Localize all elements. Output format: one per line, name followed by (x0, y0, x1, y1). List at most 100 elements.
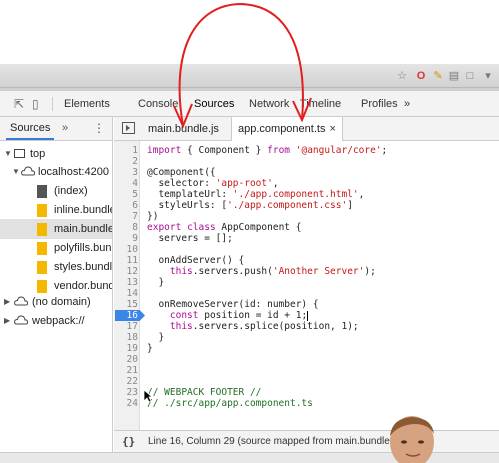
line-number[interactable]: 18 (114, 332, 138, 343)
code-text: onRemoveServer(id: number) { (147, 299, 319, 310)
navigator-menu-icon[interactable]: ⋮ (93, 117, 105, 140)
tab-network[interactable]: Network (249, 91, 289, 117)
line-number[interactable]: 13 (114, 277, 138, 288)
code-text: templateUrl: './app.component.html', (147, 189, 365, 200)
line-number[interactable]: 9 (114, 233, 138, 244)
line-number[interactable]: 21 (114, 365, 138, 376)
tree-item-styles-bundle[interactable]: styles.bundle.js (0, 257, 113, 277)
code-text: this.servers.push('Another Server'); (169, 266, 376, 277)
screen-extension-icon[interactable]: ▤ (447, 69, 461, 83)
line-number[interactable]: 12 (114, 266, 138, 277)
menu-extension-icon[interactable]: ▾ (481, 69, 495, 83)
code-line: 17 this.servers.splice(position, 1); (114, 321, 499, 332)
screen-top-area (0, 0, 499, 64)
collapse-triangle-icon[interactable]: ▶ (4, 292, 10, 312)
expand-triangle-icon[interactable]: ▼ (4, 144, 12, 164)
code-line: 1 import { Component } from '@angular/cor… (114, 145, 499, 156)
more-tabs-button[interactable]: » (404, 91, 410, 117)
code-line: 6 styleUrls: ['./app.component.css'] (114, 200, 499, 211)
line-number[interactable]: 17 (114, 321, 138, 332)
code-line: 10 (114, 244, 499, 255)
line-number[interactable]: 11 (114, 255, 138, 266)
inspect-element-icon[interactable]: ⇱ (14, 97, 24, 111)
tab-sources[interactable]: Sources (194, 91, 234, 117)
editor-tab-app-component[interactable]: app.component.ts × (231, 117, 343, 142)
tree-item-top[interactable]: ▼ top (0, 144, 112, 164)
tree-item-polyfills-bundle[interactable]: polyfills.bundle.js (0, 238, 112, 258)
navigator-sources-tab[interactable]: Sources (6, 117, 55, 140)
code-line: 21 (114, 365, 499, 376)
tree-item-index[interactable]: (index) (0, 181, 112, 201)
device-toggle-icon[interactable]: ▯ (32, 97, 39, 111)
tab-elements[interactable]: Elements (64, 91, 110, 117)
line-number[interactable]: 7 (114, 211, 138, 222)
extension-icon[interactable]: O (414, 69, 428, 83)
tree-label: main.bundle.js (54, 223, 112, 235)
code-line: 20 (114, 354, 499, 365)
tree-item-no-domain[interactable]: ▶ (no domain) (0, 292, 112, 312)
code-text: servers = []; (147, 233, 233, 244)
code-text: } (147, 332, 165, 343)
toggle-navigator-icon[interactable] (122, 122, 135, 134)
tab-timeline[interactable]: Timeline (300, 91, 341, 117)
code-text: import { Component } from '@angular/core… (147, 145, 388, 156)
code-text: onAddServer() { (147, 255, 245, 266)
navigator-more-button[interactable]: » (62, 117, 68, 140)
window-extension-icon[interactable]: □ (463, 69, 477, 83)
expand-triangle-icon[interactable]: ▼ (12, 162, 20, 182)
code-line: 15 onRemoveServer(id: number) { (114, 299, 499, 310)
tree-label: localhost:4200 (38, 166, 109, 178)
code-line: 16 const position = id + 1; (114, 310, 499, 321)
tab-console[interactable]: Console (138, 91, 178, 117)
document-icon (37, 185, 47, 198)
cloud-icon (21, 166, 35, 176)
browser-toolbar: ☆ O ✎ ▤ □ ▾ (0, 64, 499, 88)
code-text: const position = id + 1; (169, 310, 309, 321)
cloud-icon (14, 315, 28, 325)
script-file-icon (37, 242, 47, 255)
code-text: this.servers.splice(position, 1); (169, 321, 359, 332)
line-number[interactable]: 6 (114, 200, 138, 211)
tree-item-inline-bundle[interactable]: inline.bundle.js (0, 200, 112, 220)
devtools-toolbar: ⇱ ▯ Elements Console Sources Network Tim… (0, 91, 499, 117)
pretty-print-button[interactable]: {} (122, 431, 135, 452)
line-number[interactable]: 14 (114, 288, 138, 299)
tree-item-webpack[interactable]: ▶ webpack:// (0, 311, 112, 331)
code-editor[interactable]: 1 import { Component } from '@angular/cor… (114, 141, 499, 430)
tab-profiles[interactable]: Profiles (361, 91, 398, 117)
editor-tab-label: app.component.ts (238, 123, 326, 135)
tree-item-localhost[interactable]: ▼ localhost:4200 (0, 162, 112, 182)
code-text: // ./src/app/app.component.ts (147, 398, 313, 409)
line-number[interactable]: 3 (114, 167, 138, 178)
line-number[interactable]: 4 (114, 178, 138, 189)
code-text: selector: 'app-root', (147, 178, 279, 189)
tree-label: styles.bundle.js (54, 261, 113, 273)
code-line: 2 (114, 156, 499, 167)
line-number[interactable]: 15 (114, 299, 138, 310)
star-icon[interactable]: ☆ (395, 69, 409, 83)
code-line: 13 } (114, 277, 499, 288)
line-number[interactable]: 8 (114, 222, 138, 233)
line-number[interactable]: 23 (114, 387, 138, 398)
line-number[interactable]: 5 (114, 189, 138, 200)
cursor-position-text: Line 16, Column 29 (source mapped from m… (148, 436, 404, 447)
tree-item-main-bundle[interactable]: main.bundle.js (0, 219, 112, 239)
pencil-extension-icon[interactable]: ✎ (431, 69, 445, 83)
line-number[interactable]: 1 (114, 145, 138, 156)
line-number[interactable]: 10 (114, 244, 138, 255)
presenter-webcam-image (390, 416, 434, 463)
cloud-icon (14, 296, 28, 306)
code-line: 8 export class AppComponent { (114, 222, 499, 233)
code-line: 14 (114, 288, 499, 299)
close-tab-icon[interactable]: × (329, 123, 335, 135)
line-number[interactable]: 20 (114, 354, 138, 365)
code-text: } (147, 343, 153, 354)
line-number[interactable]: 24 (114, 398, 138, 409)
collapse-triangle-icon[interactable]: ▶ (4, 311, 10, 331)
mouse-cursor-icon (143, 389, 153, 403)
line-number[interactable]: 19 (114, 343, 138, 354)
editor-tab-main-bundle[interactable]: main.bundle.js (142, 117, 225, 141)
line-number[interactable]: 22 (114, 376, 138, 387)
line-number[interactable]: 2 (114, 156, 138, 167)
line-number[interactable]: 16 (114, 310, 138, 321)
